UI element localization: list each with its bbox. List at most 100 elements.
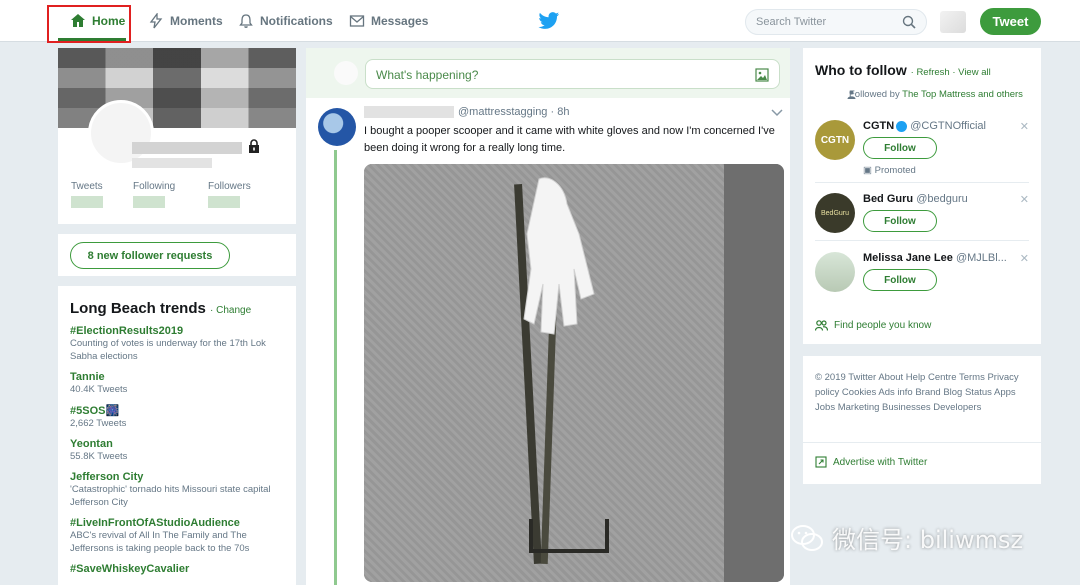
refresh-view-all-links[interactable]: · Refresh · View all	[911, 67, 991, 78]
trend-name: Tannie	[70, 371, 105, 383]
nav-messages[interactable]: Messages	[349, 0, 428, 42]
nav-notifications-label: Notifications	[260, 14, 333, 28]
compose-placeholder: What's happening?	[376, 68, 479, 82]
advertise-link[interactable]: Advertise with Twitter	[815, 456, 927, 468]
compose-avatar	[334, 61, 358, 85]
suggestion-handle: @MJLBl...	[955, 252, 1007, 264]
tweet-photo[interactable]	[364, 164, 784, 582]
followed-by-prefix: Followed by	[849, 89, 903, 100]
find-people-label: Find people you know	[834, 320, 932, 331]
tweet-handle-time[interactable]: @mattresstagging · 8h	[458, 106, 569, 118]
follower-requests-card: 8 new follower requests	[58, 234, 296, 276]
footer-card: © 2019 Twitter About Help Centre Terms P…	[803, 356, 1041, 484]
trend-item[interactable]: #5SOS🎆 2,662 Tweets	[70, 404, 284, 430]
who-to-follow-heading: Who to follow · Refresh · View all	[815, 62, 1029, 78]
photo-door	[724, 164, 784, 582]
image-icon[interactable]	[755, 68, 769, 82]
wechat-watermark: 微信号: biliwmsz	[790, 520, 1023, 555]
trend-meta: Counting of votes is underway for the 17…	[70, 338, 266, 362]
suggestion-handle: @CGTNOfficial	[910, 120, 986, 132]
stat-followers-value-redacted	[208, 196, 240, 208]
trends-card: Long Beach trends · Change #ElectionResu…	[58, 286, 296, 585]
compose-input[interactable]: What's happening?	[365, 59, 780, 89]
compose-box: What's happening?	[306, 48, 790, 98]
profile-card: Tweets Following Followers	[58, 48, 296, 224]
nav-notifications[interactable]: Notifications	[238, 0, 333, 42]
tweet-text: I bought a pooper scooper and it came wi…	[364, 125, 775, 154]
trend-item[interactable]: #ElectionResults2019 Counting of votes i…	[70, 325, 284, 363]
account-avatar[interactable]	[940, 11, 966, 33]
trends-title: Long Beach trends	[70, 300, 206, 317]
suggestion-bedguru[interactable]: BedGuru Bed Guru @bedguru Follow ✕	[815, 193, 1029, 237]
profile-name-redacted[interactable]	[132, 142, 242, 154]
trend-item[interactable]: #SaveWhiskeyCavalier	[70, 563, 284, 575]
trend-meta: 55.8K Tweets	[70, 451, 128, 462]
profile-handle-redacted[interactable]	[132, 158, 212, 168]
dismiss-icon[interactable]: ✕	[1020, 193, 1029, 206]
nav-moments-label: Moments	[170, 14, 223, 28]
dismiss-icon[interactable]: ✕	[1020, 252, 1029, 265]
tweet-card[interactable]: @mattresstagging · 8h I bought a pooper …	[306, 98, 790, 585]
search-input[interactable]: Search Twitter	[756, 16, 902, 28]
twitter-bird-logo-icon[interactable]	[538, 11, 560, 31]
follower-requests-button[interactable]: 8 new follower requests	[70, 242, 230, 269]
trends-change-link[interactable]: Change	[216, 305, 251, 316]
search-icon[interactable]	[902, 15, 916, 29]
people-icon	[815, 320, 828, 331]
promoted-text: Promoted	[874, 165, 916, 176]
trend-item[interactable]: Tannie 40.4K Tweets	[70, 371, 284, 396]
stat-followers[interactable]: Followers	[208, 181, 251, 208]
white-glove-image	[523, 177, 595, 335]
trend-item[interactable]: Jefferson City 'Catastrophic' tornado hi…	[70, 471, 284, 509]
search-box[interactable]: Search Twitter	[745, 9, 927, 35]
suggestion-melissa[interactable]: Melissa Jane Lee @MJLBl... Follow ✕	[815, 252, 1029, 296]
suggestion-name[interactable]: Bed Guru @bedguru	[863, 193, 968, 205]
dismiss-icon[interactable]: ✕	[1020, 120, 1029, 133]
advertise-label: Advertise with Twitter	[833, 456, 928, 468]
suggestion-cgtn[interactable]: CGTN CGTN @CGTNOfficial Follow ▣ Promote…	[815, 120, 1029, 180]
suggestion-name-text: Bed Guru	[863, 193, 914, 205]
suggestion-name[interactable]: CGTN @CGTNOfficial	[863, 120, 986, 132]
stat-following[interactable]: Following	[133, 181, 175, 208]
top-nav-bar: Home Moments Notifications Messages Sear…	[0, 0, 1080, 43]
follow-button[interactable]: Follow	[863, 269, 937, 291]
lock-icon	[249, 139, 259, 153]
chevron-down-icon[interactable]	[771, 109, 783, 117]
suggestion-avatar[interactable]: BedGuru	[815, 193, 855, 233]
suggestion-name-text: CGTN	[863, 120, 895, 132]
trend-name: Jefferson City	[70, 471, 144, 483]
stat-tweets[interactable]: Tweets	[71, 181, 103, 208]
tweet-author-name-redacted[interactable]	[364, 106, 454, 118]
divider	[803, 442, 1041, 443]
tweet-author-avatar[interactable]	[318, 108, 356, 146]
profile-avatar[interactable]	[88, 100, 154, 166]
thread-line	[334, 150, 337, 585]
find-people-link[interactable]: Find people you know	[815, 320, 931, 331]
trend-name: #5SOS🎆	[70, 405, 120, 417]
stat-following-label: Following	[133, 181, 176, 192]
divider	[815, 182, 1029, 183]
wechat-icon	[791, 524, 823, 551]
footer-links[interactable]: © 2019 Twitter About Help Centre Terms P…	[815, 370, 1029, 415]
trend-name: #SaveWhiskeyCavalier	[70, 563, 190, 575]
suggestion-name[interactable]: Melissa Jane Lee @MJLBl...	[863, 252, 1007, 264]
trend-name: #ElectionResults2019	[70, 325, 184, 337]
followed-by-name[interactable]: The Top Mattress and others	[902, 89, 1023, 100]
suggestion-avatar[interactable]: CGTN	[815, 120, 855, 160]
trend-meta: 40.4K Tweets	[70, 384, 128, 395]
trend-meta: 'Catastrophic' tornado hits Missouri sta…	[70, 484, 271, 508]
follow-button[interactable]: Follow	[863, 137, 937, 159]
trend-name: #LiveInFrontOfAStudioAudience	[70, 517, 240, 529]
nav-moments[interactable]: Moments	[148, 0, 223, 42]
tweet-button[interactable]: Tweet	[980, 8, 1041, 35]
follow-button[interactable]: Follow	[863, 210, 937, 232]
suggestion-avatar[interactable]	[815, 252, 855, 292]
trend-item[interactable]: Yeontan 55.8K Tweets	[70, 438, 284, 463]
trend-item[interactable]: #LiveInFrontOfAStudioAudience ABC's revi…	[70, 517, 284, 555]
divider	[815, 240, 1029, 241]
external-link-icon	[815, 456, 827, 468]
trend-meta: ABC's revival of All In The Family and T…	[70, 530, 250, 554]
trend-meta: 2,662 Tweets	[70, 418, 127, 429]
trends-heading: Long Beach trends · Change	[70, 300, 252, 317]
stat-tweets-label: Tweets	[71, 181, 103, 192]
